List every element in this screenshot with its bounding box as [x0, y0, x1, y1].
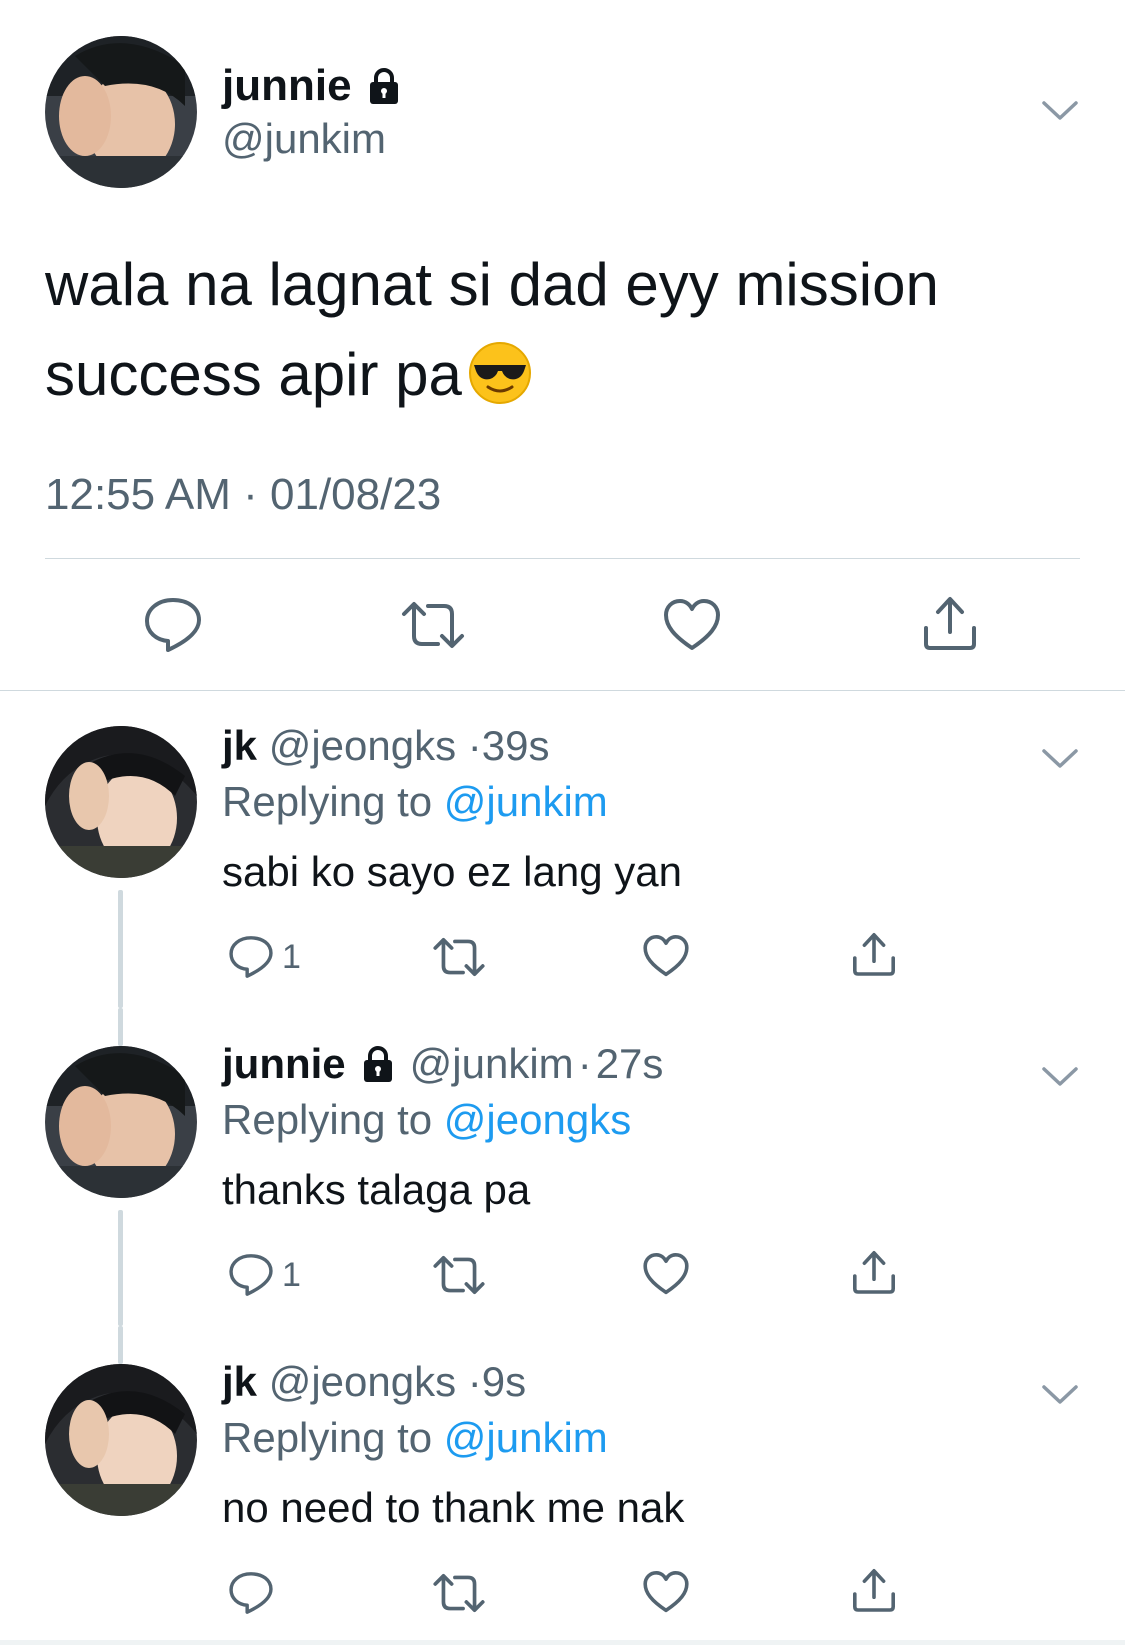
- reply-button[interactable]: 1: [228, 934, 301, 980]
- avatar[interactable]: [45, 1046, 197, 1198]
- tweet-timestamp[interactable]: 12:55 AM · 01/08/23: [45, 470, 441, 520]
- share-icon: [853, 933, 895, 976]
- reply-text: thanks talaga pa: [222, 1166, 531, 1213]
- share-button[interactable]: [920, 594, 980, 652]
- heart-icon: [643, 935, 689, 977]
- handle[interactable]: @junkim: [410, 1038, 574, 1090]
- mention-link[interactable]: @junkim: [444, 778, 608, 825]
- retweet-icon: [433, 1573, 485, 1613]
- display-name[interactable]: junnie: [222, 1038, 346, 1090]
- chevron-down-icon[interactable]: [1040, 746, 1080, 772]
- reply-text: sabi ko sayo ez lang yan: [222, 848, 682, 895]
- retweet-button[interactable]: [400, 600, 466, 650]
- replying-to-label: Replying to: [222, 1096, 433, 1143]
- replying-to: Replying to @junkim: [222, 1412, 608, 1464]
- separator: ·: [467, 722, 482, 769]
- share-icon: [853, 1251, 895, 1294]
- replying-to: Replying to @junkim: [222, 776, 608, 828]
- heart-icon: [643, 1571, 689, 1613]
- tweet-text: wala na lagnat si dad eyy mission succes…: [45, 240, 1045, 420]
- like-button[interactable]: [662, 598, 722, 652]
- retweet-button[interactable]: [432, 936, 486, 978]
- display-name-row[interactable]: junnie: [222, 60, 404, 112]
- display-name[interactable]: jk: [222, 722, 257, 769]
- share-icon: [924, 597, 976, 650]
- separator: ·: [577, 1040, 592, 1087]
- reply-tweet[interactable]: junnie @junkim · 27s Replying to @jeongks…: [0, 1008, 1125, 1326]
- reply-count: 1: [282, 937, 301, 976]
- chevron-down-icon[interactable]: [1040, 1382, 1080, 1408]
- retweet-button[interactable]: [432, 1572, 486, 1614]
- lock-icon: [364, 66, 404, 106]
- share-button[interactable]: [850, 1248, 898, 1296]
- reply-bubble-icon: [145, 598, 201, 652]
- main-tweet: junnie @junkim wala na lagnat si dad eyy…: [0, 0, 1125, 690]
- relative-time[interactable]: 27s: [596, 1038, 664, 1090]
- avatar[interactable]: [45, 1364, 197, 1516]
- replying-to-label: Replying to: [222, 1414, 433, 1461]
- sunglasses-emoji-icon: [468, 340, 532, 404]
- like-button[interactable]: [642, 934, 690, 978]
- display-name[interactable]: junnie: [222, 60, 352, 112]
- reply-bubble-icon: [229, 936, 273, 978]
- mention-link[interactable]: @jeongks: [444, 1096, 631, 1143]
- thread-line: [118, 890, 123, 1008]
- chevron-down-icon[interactable]: [1040, 1064, 1080, 1090]
- reply-header: jk @jeongks ·39s: [222, 720, 550, 772]
- lock-icon: [358, 1044, 398, 1084]
- relative-time[interactable]: 39s: [482, 722, 550, 769]
- handle[interactable]: @junkim: [222, 112, 404, 166]
- reply-button[interactable]: [228, 1570, 282, 1616]
- like-button[interactable]: [642, 1570, 690, 1614]
- chevron-down-icon[interactable]: [1040, 98, 1080, 124]
- reply-tweet[interactable]: jk @jeongks ·39s Replying to @junkim sab…: [0, 690, 1125, 1008]
- handle[interactable]: @jeongks: [269, 1358, 456, 1405]
- retweet-icon: [433, 1255, 485, 1295]
- reply-header: jk @jeongks ·9s: [222, 1356, 526, 1408]
- thread-line: [118, 1210, 123, 1326]
- replying-to-label: Replying to: [222, 778, 433, 825]
- like-button[interactable]: [642, 1252, 690, 1296]
- thread-line: [118, 1326, 123, 1364]
- mention-link[interactable]: @junkim: [444, 1414, 608, 1461]
- retweet-icon: [402, 602, 464, 648]
- reply-header: junnie @junkim · 27s: [222, 1038, 663, 1090]
- retweet-icon: [433, 937, 485, 977]
- handle[interactable]: @jeongks: [269, 722, 456, 769]
- avatar[interactable]: [45, 36, 197, 188]
- share-button[interactable]: [850, 930, 898, 978]
- heart-icon: [643, 1253, 689, 1295]
- reply-text: no need to thank me nak: [222, 1484, 685, 1531]
- reply-count: 1: [282, 1255, 301, 1294]
- display-name[interactable]: jk: [222, 1358, 257, 1405]
- reply-button[interactable]: [143, 596, 203, 654]
- thread-line: [118, 1008, 123, 1046]
- relative-time[interactable]: 9s: [482, 1358, 526, 1405]
- reply-bubble-icon: [229, 1254, 273, 1296]
- share-icon: [853, 1569, 895, 1612]
- reply-button[interactable]: 1: [228, 1252, 301, 1298]
- divider: [45, 558, 1080, 559]
- bottom-edge: [0, 1640, 1125, 1645]
- reply-tweet[interactable]: jk @jeongks ·9s Replying to @junkim no n…: [0, 1326, 1125, 1640]
- share-button[interactable]: [850, 1566, 898, 1614]
- reply-bubble-icon: [229, 1572, 273, 1614]
- separator: ·: [467, 1358, 482, 1405]
- retweet-button[interactable]: [432, 1254, 486, 1296]
- heart-icon: [664, 599, 720, 650]
- avatar[interactable]: [45, 726, 197, 878]
- replying-to: Replying to @jeongks: [222, 1094, 631, 1146]
- author-block: junnie @junkim: [222, 60, 404, 166]
